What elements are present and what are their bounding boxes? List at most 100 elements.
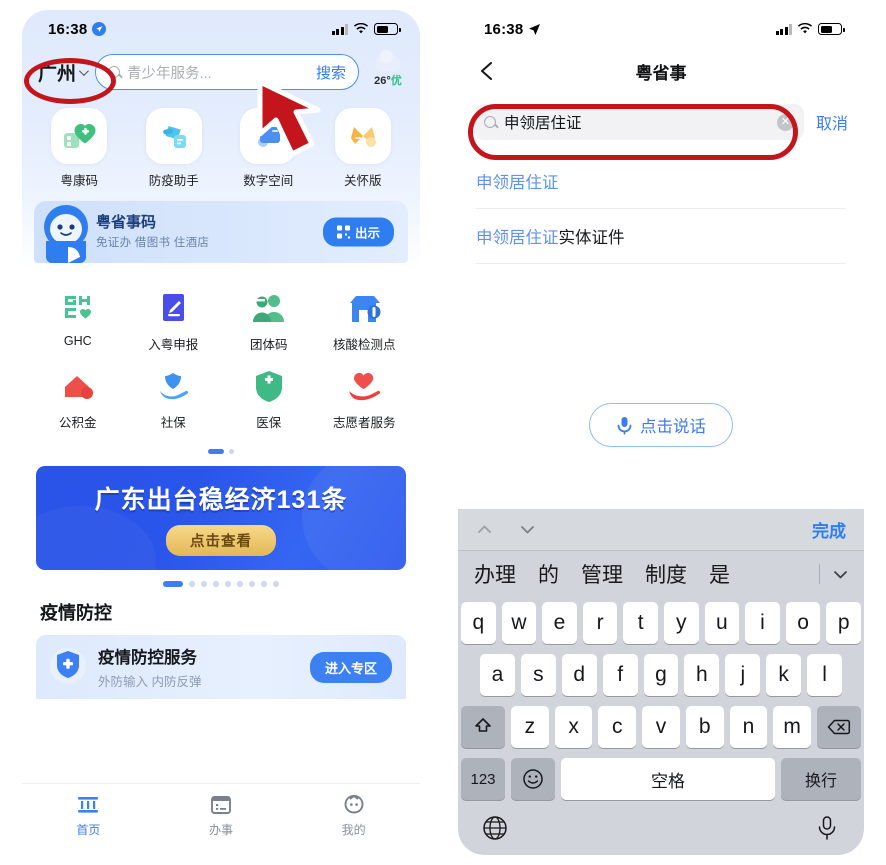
key-x[interactable]: x [554, 706, 593, 748]
banner-page-dot[interactable] [189, 581, 195, 587]
key-i[interactable]: i [745, 602, 780, 644]
service-item-ruyueshenbao[interactable]: 入粤申报 [126, 285, 222, 359]
key-y[interactable]: y [664, 602, 699, 644]
search-input[interactable]: 青少年服务... 搜索 [95, 54, 359, 90]
candidate-item[interactable]: 的 [538, 559, 559, 589]
grid-page-dot[interactable] [229, 449, 234, 454]
tab-affairs[interactable]: 办事 [155, 791, 288, 838]
show-code-button[interactable]: 出示 [322, 217, 394, 247]
enter-zone-button[interactable]: 进入专区 [309, 651, 392, 683]
tab-profile[interactable]: 我的 [287, 791, 420, 838]
yuesheng-code-card[interactable]: 粤省事码 免证办 借图书 住酒店 出示 [34, 201, 408, 263]
shift-key[interactable] [460, 706, 505, 748]
promo-banner-wrap: 广东出台稳经济131条 点击查看 [22, 458, 420, 591]
key-a[interactable]: a [480, 654, 515, 696]
quick-service-fangyizhushou[interactable]: 防疫助手 [127, 108, 222, 189]
globe-icon[interactable] [482, 815, 508, 841]
service-grid-row-1: GHC 入粤申报 团体码 核酸检测点 [30, 285, 412, 359]
clear-circle-icon[interactable]: ✕ [776, 113, 794, 131]
backspace-key[interactable] [817, 706, 862, 748]
service-item-shebao[interactable]: 社保 [126, 363, 222, 437]
suggestion-item[interactable]: 申领居住证实体证件 [476, 209, 846, 264]
numbers-key[interactable]: 123 [461, 758, 505, 800]
key-t[interactable]: t [623, 602, 658, 644]
key-n[interactable]: n [729, 706, 768, 748]
chevron-down-icon[interactable] [519, 521, 536, 538]
candidate-item[interactable]: 是 [709, 559, 730, 589]
key-b[interactable]: b [685, 706, 724, 748]
voice-input-button[interactable]: 点击说话 [589, 403, 733, 447]
key-u[interactable]: u [704, 602, 740, 644]
service-item-yibao[interactable]: 医保 [221, 363, 317, 437]
key-k[interactable]: k [766, 654, 802, 696]
key-z[interactable]: z [510, 706, 549, 748]
keyboard-done-button[interactable]: 完成 [812, 517, 846, 542]
banner-pagination [36, 570, 406, 591]
banner-page-dot[interactable] [163, 581, 183, 587]
space-key[interactable]: 空格 [561, 758, 775, 800]
key-j[interactable]: j [725, 654, 761, 696]
candidate-item[interactable]: 管理 [581, 559, 623, 589]
service-item-tuantima[interactable]: 团体码 [221, 285, 317, 359]
city-selector[interactable]: 广州 [38, 59, 89, 86]
key-m[interactable]: m [773, 706, 812, 748]
key-e[interactable]: e [542, 602, 577, 644]
service-item-ghc[interactable]: GHC [30, 285, 126, 359]
epidemic-card-subtitle: 外防输入 内防反弹 [98, 675, 202, 689]
key-h[interactable]: h [684, 654, 720, 696]
key-c[interactable]: c [598, 706, 637, 748]
shift-icon [475, 718, 491, 732]
key-w[interactable]: w [501, 602, 537, 644]
key-g[interactable]: g [643, 654, 679, 696]
chevron-left-icon[interactable] [476, 60, 498, 82]
key-d[interactable]: d [561, 654, 597, 696]
quick-service-shuzikongjian[interactable]: 数字空间 [221, 108, 316, 189]
candidate-item[interactable]: 制度 [645, 559, 687, 589]
key-p[interactable]: p [826, 602, 861, 644]
microphone-icon[interactable] [814, 815, 840, 841]
cancel-button[interactable]: 取消 [816, 110, 848, 134]
banner-page-dot[interactable] [249, 581, 255, 587]
key-l[interactable]: l [807, 654, 843, 696]
tab-home[interactable]: 首页 [22, 791, 155, 838]
grid-page-dot[interactable] [208, 449, 224, 454]
search-button[interactable]: 搜索 [316, 62, 346, 83]
key-o[interactable]: o [785, 602, 821, 644]
key-f[interactable]: f [602, 654, 638, 696]
key-s[interactable]: s [520, 654, 556, 696]
promo-banner-button[interactable]: 点击查看 [166, 525, 276, 556]
status-time-left: 16:38 [48, 21, 107, 38]
candidate-item[interactable]: 办理 [474, 559, 516, 589]
quick-service-guanhuaiban[interactable]: 关怀版 [316, 108, 411, 189]
return-key[interactable]: 换行 [781, 758, 861, 800]
suggestion-match: 申领居住证 [476, 174, 559, 192]
chevron-up-icon[interactable] [476, 521, 493, 538]
service-item-label: 入粤申报 [148, 338, 199, 352]
suggestion-item[interactable]: 申领居住证 [476, 154, 846, 209]
emoji-key[interactable] [511, 758, 555, 800]
epidemic-card-title: 疫情防控服务 [98, 649, 197, 667]
key-q[interactable]: q [461, 602, 496, 644]
banner-page-dot[interactable] [261, 581, 267, 587]
tab-label: 首页 [76, 823, 101, 837]
battery-icon [818, 23, 845, 35]
chevron-down-icon[interactable] [833, 567, 848, 582]
quick-service-yuekangma[interactable]: 粤康码 [32, 108, 127, 189]
banner-page-dot[interactable] [237, 581, 243, 587]
service-item-hesuanjianceidian[interactable]: 核酸检测点 [317, 285, 413, 359]
epidemic-service-card[interactable]: 疫情防控服务 外防输入 内防反弹 进入专区 [36, 635, 406, 699]
banner-page-dot[interactable] [225, 581, 231, 587]
search-input[interactable]: 申领居住证 ✕ [474, 104, 804, 140]
keyboard-row-4: 123 空格 换行 [458, 753, 864, 805]
key-r[interactable]: r [582, 602, 618, 644]
banner-page-dot[interactable] [213, 581, 219, 587]
key-v[interactable]: v [642, 706, 680, 748]
suggestion-list: 申领居住证 申领居住证实体证件 [458, 154, 864, 264]
service-item-zhiyuanzhefuwu[interactable]: 志愿者服务 [317, 363, 413, 437]
weather-widget[interactable]: 26°优 [368, 50, 408, 88]
banner-page-dot[interactable] [201, 581, 207, 587]
quick-service-tile [51, 108, 108, 164]
service-item-gongjijin[interactable]: 公积金 [30, 363, 126, 437]
promo-banner[interactable]: 广东出台稳经济131条 点击查看 [36, 466, 406, 570]
banner-page-dot[interactable] [273, 581, 279, 587]
